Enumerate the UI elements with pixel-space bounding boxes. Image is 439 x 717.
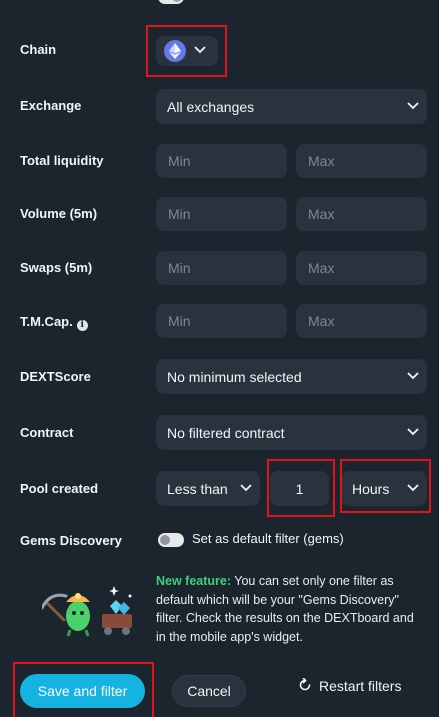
- restart-filters-button[interactable]: Restart filters: [298, 676, 401, 696]
- gems-mascot-illustration: [40, 582, 138, 638]
- tmcap-label-text: T.M.Cap.: [20, 314, 73, 329]
- tmcap-max-input[interactable]: Max: [296, 304, 427, 338]
- total-liquidity-max-input[interactable]: Max: [296, 144, 427, 178]
- gems-feature-description: New feature: You can set only one filter…: [156, 572, 426, 646]
- info-icon[interactable]: i: [76, 319, 88, 331]
- pool-comparator-select[interactable]: Less than: [156, 471, 260, 506]
- chevron-down-icon: [407, 427, 419, 438]
- chevron-down-icon: [407, 101, 419, 112]
- dextscore-label: DEXTScore: [20, 369, 91, 384]
- cancel-button[interactable]: Cancel: [172, 675, 246, 707]
- chevron-down-icon: [240, 483, 252, 494]
- swaps-max-input[interactable]: Max: [296, 251, 427, 285]
- dextscore-value: No minimum selected: [167, 368, 302, 385]
- exchange-select[interactable]: All exchanges: [156, 89, 427, 124]
- chevron-down-icon: [407, 483, 419, 494]
- pool-created-label: Pool created: [20, 481, 99, 496]
- pool-amount-input[interactable]: 1: [270, 471, 329, 506]
- total-liquidity-label: Total liquidity: [20, 153, 104, 168]
- swaps-min-input[interactable]: Min: [156, 251, 287, 285]
- previous-toggle[interactable]: [158, 0, 184, 4]
- chain-label: Chain: [20, 42, 57, 57]
- chain-select[interactable]: [156, 36, 218, 66]
- new-feature-label: New feature:: [156, 574, 232, 588]
- exchange-value: All exchanges: [167, 98, 255, 115]
- volume-min-input[interactable]: Min: [156, 197, 287, 231]
- contract-value: No filtered contract: [167, 424, 285, 441]
- ethereum-icon: [164, 40, 186, 62]
- previous-row-divider: [192, 0, 422, 2]
- tmcap-label: T.M.Cap. i: [20, 313, 88, 331]
- pool-unit-select[interactable]: Hours: [341, 471, 427, 506]
- gems-discovery-label: Gems Discovery: [20, 533, 122, 548]
- gems-default-toggle[interactable]: [158, 533, 184, 547]
- swaps-label: Swaps (5m): [20, 260, 93, 275]
- pool-comparator-value: Less than: [167, 480, 228, 497]
- save-and-filter-button[interactable]: Save and filter: [20, 674, 145, 708]
- pool-unit-value: Hours: [352, 480, 390, 497]
- volume-label: Volume (5m): [20, 206, 98, 221]
- restart-icon: [298, 677, 312, 695]
- chevron-down-icon: [194, 46, 206, 56]
- contract-label: Contract: [20, 425, 74, 440]
- dextscore-select[interactable]: No minimum selected: [156, 359, 427, 394]
- contract-select[interactable]: No filtered contract: [156, 415, 427, 450]
- volume-max-input[interactable]: Max: [296, 197, 427, 231]
- restart-filters-label: Restart filters: [319, 678, 402, 694]
- chevron-down-icon: [407, 371, 419, 382]
- exchange-label: Exchange: [20, 98, 82, 113]
- gems-default-toggle-label: Set as default filter (gems): [192, 531, 344, 546]
- tmcap-min-input[interactable]: Min: [156, 304, 287, 338]
- total-liquidity-min-input[interactable]: Min: [156, 144, 287, 178]
